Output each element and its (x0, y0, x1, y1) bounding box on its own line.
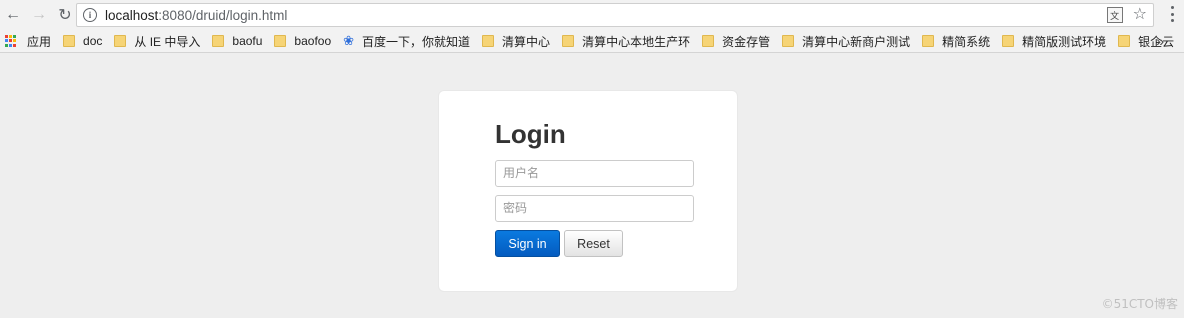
bookmark-ie-import[interactable]: 从 IE 中导入 (114, 30, 200, 53)
folder-icon (782, 35, 795, 47)
bookmark-label: 清算中心 (502, 34, 551, 49)
bookmark-baofu[interactable]: baofu (212, 30, 262, 53)
more-vertical-icon[interactable] (1170, 6, 1174, 22)
bookmark-clearing-merchant-test[interactable]: 清算中心新商户测试 (782, 30, 910, 53)
bookmark-label: 精简版测试环境 (1022, 34, 1107, 49)
password-input[interactable]: 密码 (495, 195, 694, 222)
bookmark-apps[interactable]: 应用 (5, 30, 51, 53)
bookmark-clearing-local[interactable]: 清算中心本地生产环 (562, 30, 690, 53)
folder-icon (1002, 35, 1015, 47)
bookmark-fund-custody[interactable]: 资金存管 (702, 30, 770, 53)
bookmark-label: 资金存管 (722, 34, 771, 49)
bookmark-label: 清算中心本地生产环 (582, 34, 691, 49)
bookmark-doc[interactable]: doc (63, 30, 102, 53)
bookmark-label: 清算中心新商户测试 (802, 34, 911, 49)
bookmarks-overflow-button[interactable]: » (1156, 30, 1164, 53)
address-bar[interactable]: i localhost:8080/druid/login.html 文 ☆ (76, 3, 1154, 27)
bookmark-label: baofu (232, 34, 263, 48)
folder-icon (702, 35, 715, 47)
star-icon[interactable]: ☆ (1133, 7, 1147, 23)
bookmark-clearing-center[interactable]: 清算中心 (482, 30, 550, 53)
bookmark-lite-test-env[interactable]: 精简版测试环境 (1002, 30, 1106, 53)
bookmark-label: 百度一下，你就知道 (362, 34, 471, 49)
reload-icon[interactable]: ↻ (54, 4, 76, 26)
bookmark-bank-cloud[interactable]: 银企云 (1118, 30, 1174, 53)
bookmark-label: 精简系统 (942, 34, 991, 49)
watermark: ©51CTO博客 (1101, 297, 1178, 311)
folder-icon (562, 35, 575, 47)
url-path: :8080/druid/login.html (158, 7, 288, 23)
bookmark-baidu[interactable]: ❀ 百度一下，你就知道 (343, 30, 470, 53)
url-text[interactable]: localhost:8080/druid/login.html (105, 8, 287, 23)
bookmark-label: 从 IE 中导入 (134, 34, 201, 49)
folder-icon (274, 35, 287, 47)
translate-icon[interactable]: 文 (1106, 7, 1123, 23)
reset-button[interactable]: Reset (564, 230, 623, 257)
bookmark-label: baofoo (294, 34, 332, 48)
folder-icon (482, 35, 495, 47)
username-input[interactable]: 用户名 (495, 160, 694, 187)
folder-icon (922, 35, 935, 47)
folder-icon (212, 35, 225, 47)
bookmark-label: 应用 (27, 34, 52, 49)
paw-icon: ❀ (343, 33, 355, 48)
bookmarks-bar: 应用 doc 从 IE 中导入 baofu baofoo ❀ 百度一下，你就知道 … (0, 30, 1184, 53)
forward-icon[interactable]: → (28, 4, 50, 26)
login-card: Login 用户名 密码 Sign in Reset (438, 90, 738, 292)
info-icon[interactable]: i (83, 8, 97, 22)
url-host: localhost (105, 7, 159, 23)
login-title: Login (495, 119, 566, 149)
bookmark-label: doc (83, 34, 103, 48)
bookmark-baofoo[interactable]: baofoo (274, 30, 331, 53)
folder-icon (114, 35, 127, 47)
back-icon[interactable]: ← (2, 4, 24, 26)
browser-toolbar: ← → ↻ i localhost:8080/druid/login.html … (0, 0, 1184, 30)
folder-icon (63, 35, 76, 47)
bookmark-lite-system[interactable]: 精简系统 (922, 30, 990, 53)
apps-grid-icon (5, 35, 17, 47)
folder-icon (1118, 35, 1131, 47)
sign-in-button[interactable]: Sign in (495, 230, 560, 257)
